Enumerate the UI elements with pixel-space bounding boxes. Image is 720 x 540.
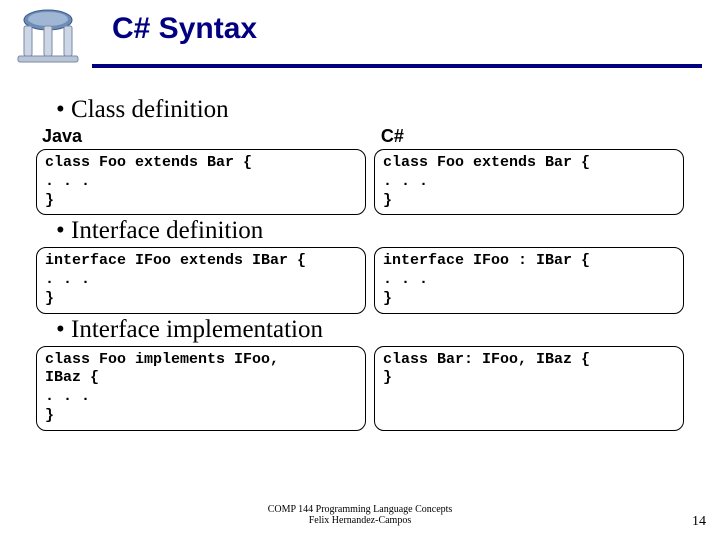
slide-number: 14 (692, 514, 706, 530)
code-java-ifaceimpl: class Foo implements IFoo, IBaz { . . . … (36, 346, 366, 431)
header-csharp: C# (375, 126, 696, 147)
slide: C# Syntax Class definition Java C# class… (0, 0, 720, 540)
header-java: Java (36, 126, 375, 147)
bullet-interface-definition: Interface definition (56, 217, 696, 245)
bullet-class-definition: Class definition (56, 96, 696, 124)
footer-line1: COMP 144 Programming Language Concepts (0, 504, 720, 515)
code-java-ifacedef: interface IFoo extends IBar { . . . } (36, 247, 366, 313)
footer: COMP 144 Programming Language Concepts F… (0, 504, 720, 526)
code-row-ifacedef: interface IFoo extends IBar { . . . } in… (36, 247, 696, 313)
code-cs-ifaceimpl: class Bar: IFoo, IBaz { } (374, 346, 684, 431)
logo-icon (8, 6, 88, 66)
footer-line2: Felix Hernandez-Campos (0, 515, 720, 526)
code-java-classdef: class Foo extends Bar { . . . } (36, 149, 366, 215)
column-headers: Java C# (36, 126, 696, 147)
content-area: Class definition Java C# class Foo exten… (36, 94, 696, 433)
code-row-ifaceimpl: class Foo implements IFoo, IBaz { . . . … (36, 346, 696, 431)
code-cs-classdef: class Foo extends Bar { . . . } (374, 149, 684, 215)
bullet-interface-implementation: Interface implementation (56, 316, 696, 344)
code-cs-ifacedef: interface IFoo : IBar { . . . } (374, 247, 684, 313)
title-underline (92, 64, 702, 68)
slide-title: C# Syntax (112, 12, 257, 46)
code-row-classdef: class Foo extends Bar { . . . } class Fo… (36, 149, 696, 215)
